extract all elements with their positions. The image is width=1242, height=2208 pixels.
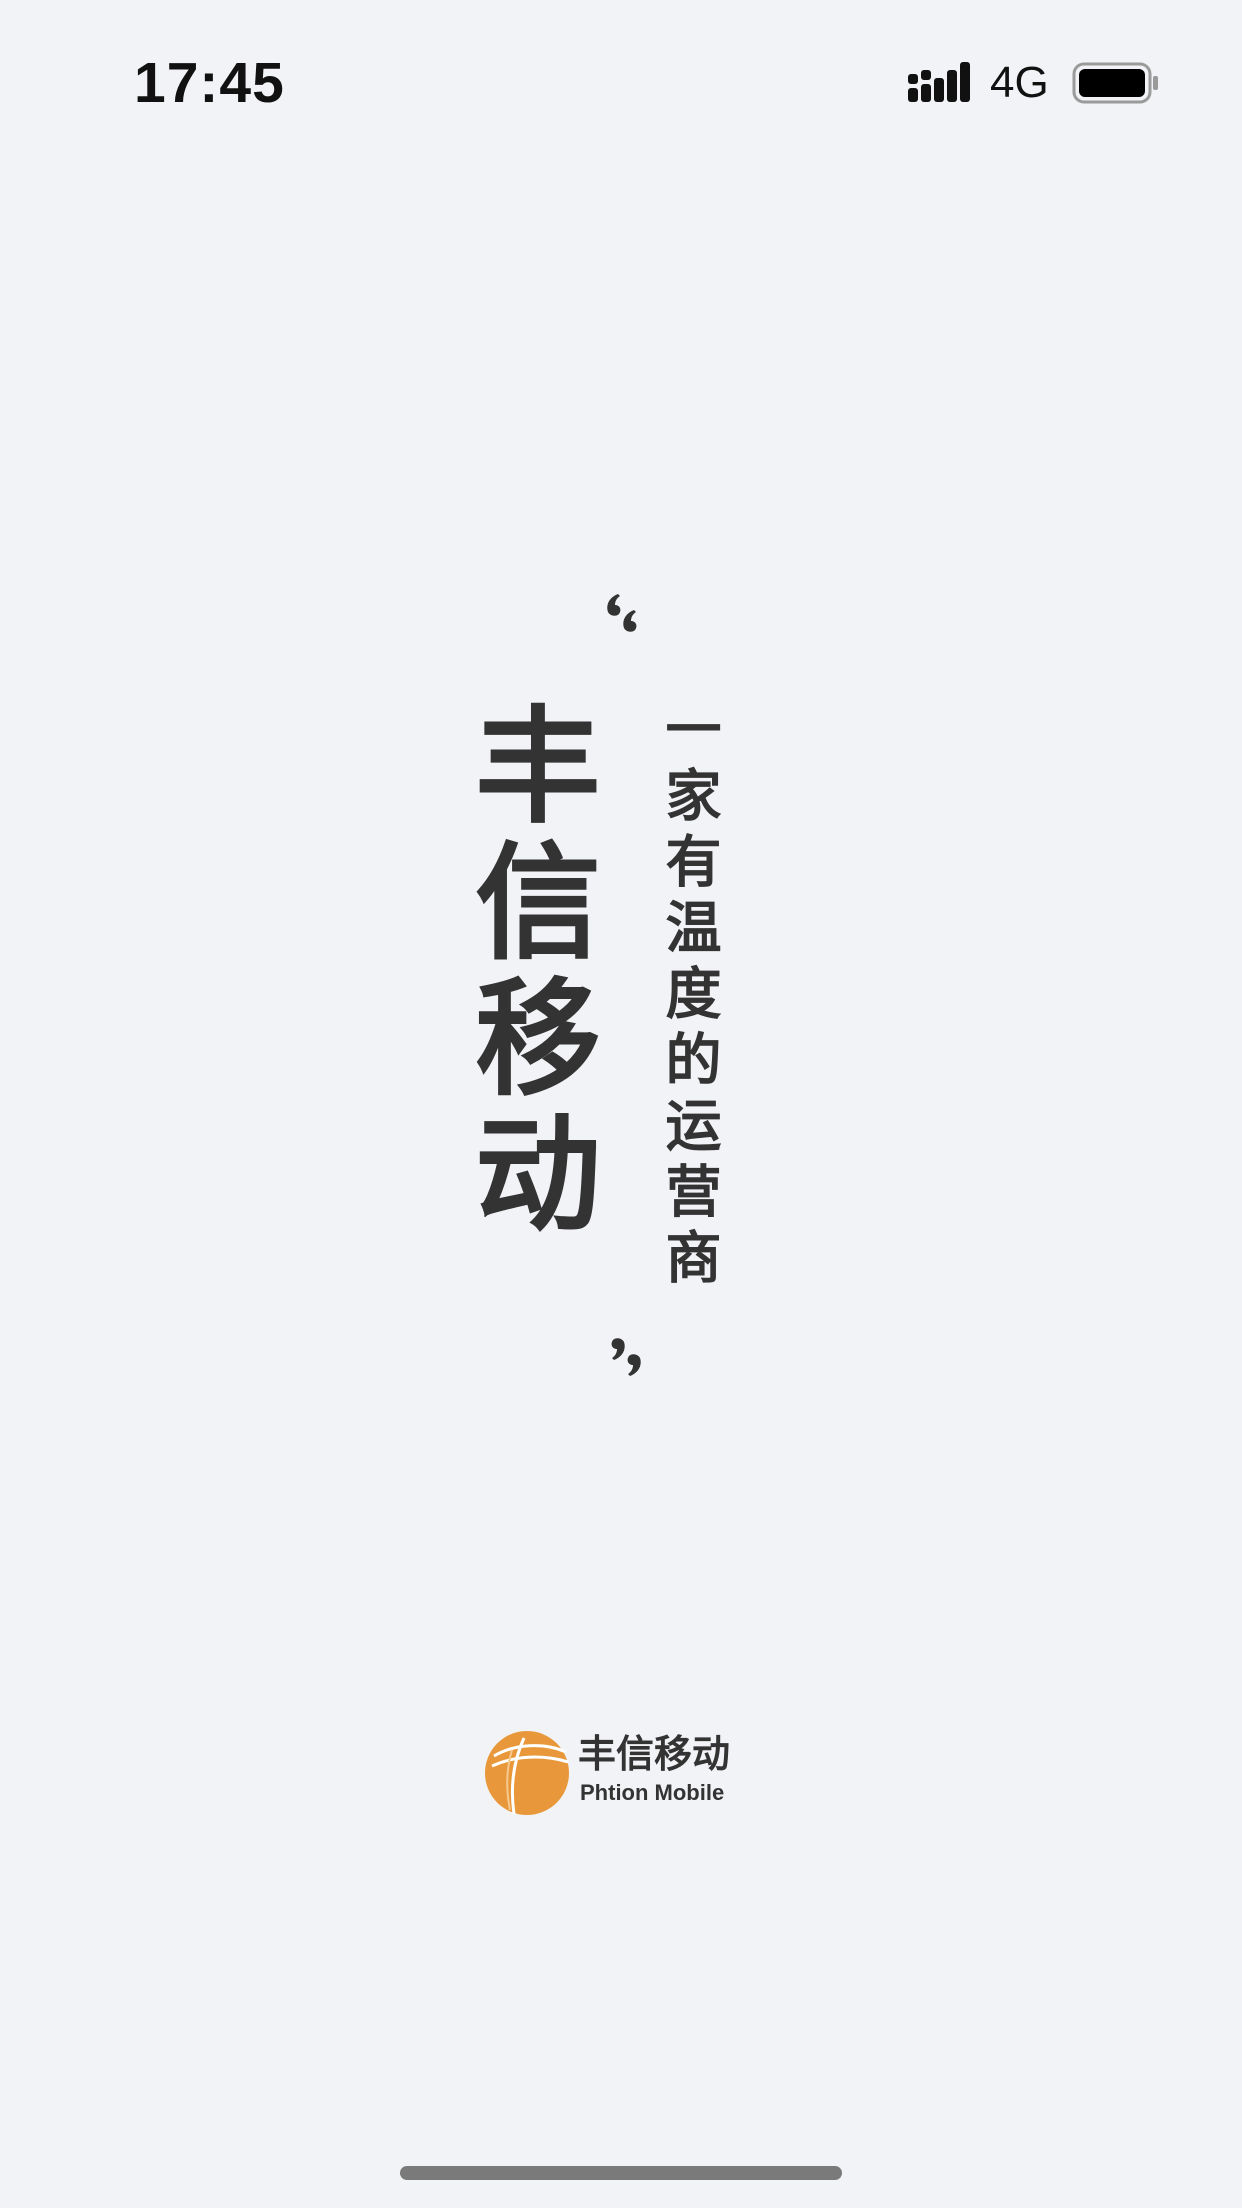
logo-name-en: Phtion Mobile (580, 1780, 725, 1805)
company-logo: 丰信移动 Phtion Mobile (484, 1730, 744, 1820)
tagline: 一家有温度的运营商 (656, 700, 721, 1294)
splash-screen: 17:45 4G 丰信移动 一家有温度的运营商 丰信移动 Phtion Mobi… (0, 0, 1242, 2208)
logo-name-cn: 丰信移动 (578, 1732, 731, 1776)
cellular-signal-icon (908, 62, 970, 102)
status-time: 17:45 (134, 51, 285, 115)
network-type: 4G (990, 58, 1049, 107)
brand-title: 丰信移动 (454, 700, 601, 1244)
phtion-logo-icon (485, 1731, 569, 1815)
battery-full-icon (1072, 62, 1158, 104)
home-indicator[interactable] (400, 2166, 842, 2180)
close-quote-icon (611, 1338, 641, 1376)
open-quote-icon (607, 594, 637, 632)
